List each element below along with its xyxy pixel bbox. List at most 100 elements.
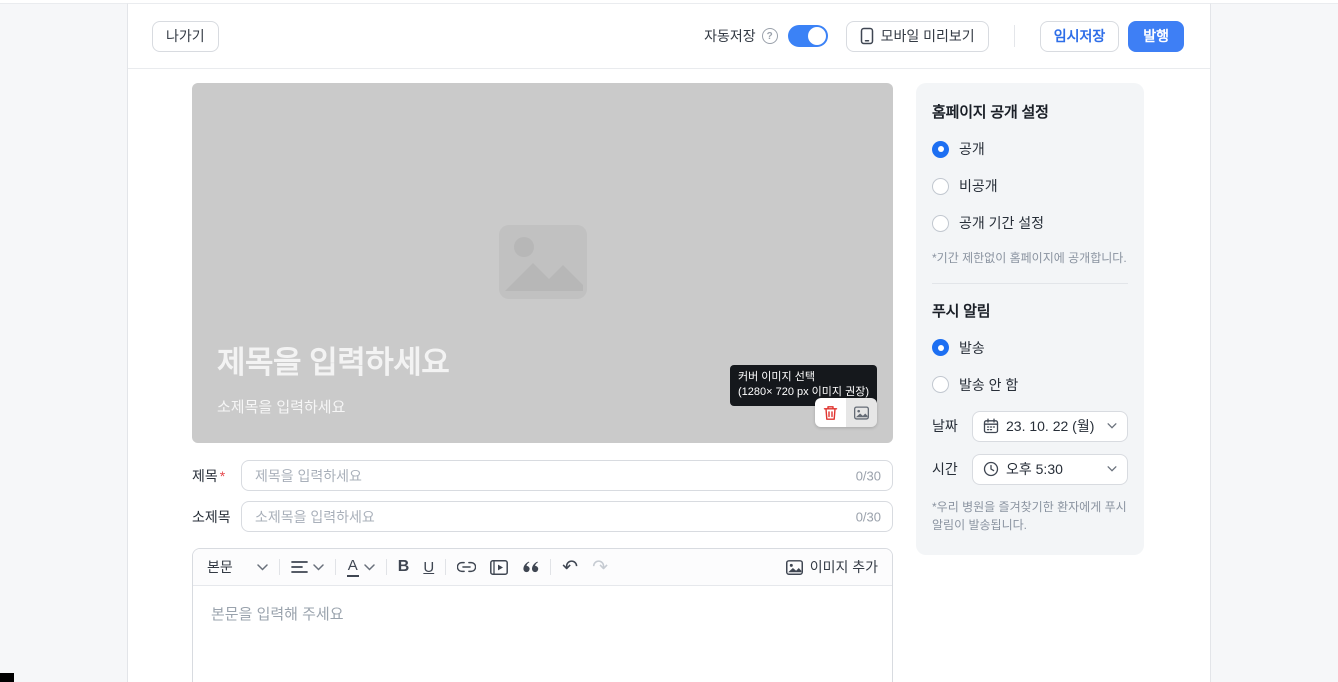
image-icon	[854, 405, 869, 420]
push-schedule-group: 날짜 23. 10. 22 (월) 시간 오후 5:30	[932, 410, 1128, 485]
date-label: 날짜	[932, 418, 958, 435]
mobile-preview-button[interactable]: 모바일 미리보기	[845, 20, 989, 52]
editor-column: 제목을 입력하세요 소제목을 입력하세요 커버 이미지 선택 (1280× 72…	[192, 83, 893, 682]
change-cover-button[interactable]	[846, 398, 877, 427]
title-field-label: 제목 *	[192, 466, 241, 486]
date-select[interactable]: 23. 10. 22 (월)	[972, 410, 1128, 442]
title-input-wrap: 0/30	[241, 460, 893, 491]
toolbar-divider	[278, 559, 280, 575]
push-section-title: 푸시 알림	[932, 302, 991, 320]
title-char-counter: 0/30	[855, 468, 881, 483]
radio-option-public[interactable]: 공개	[932, 139, 1128, 159]
radio-option-scheduled[interactable]: 공개 기간 설정	[932, 213, 1128, 233]
subtitle-field-label: 소제목	[192, 507, 241, 527]
chevron-down-icon	[1107, 466, 1117, 472]
add-image-button[interactable]: 이미지 추가	[785, 557, 878, 577]
image-placeholder-icon	[495, 221, 591, 303]
date-row: 날짜 23. 10. 22 (월)	[932, 410, 1128, 442]
radio-label: 발송 안 함	[959, 376, 1019, 393]
bold-button[interactable]: B	[398, 558, 410, 576]
underline-button[interactable]: U	[423, 559, 434, 576]
subtitle-field-row: 소제목 0/30	[192, 501, 893, 532]
chevron-down-icon	[313, 563, 324, 571]
screen-corner-artifact	[0, 673, 14, 682]
toggle-knob	[807, 27, 826, 45]
subtitle-input-wrap: 0/30	[241, 501, 893, 532]
title-input[interactable]	[241, 460, 893, 491]
editor-body-placeholder: 본문을 입력해 주세요	[211, 606, 344, 623]
radio-option-private[interactable]: 비공개	[932, 176, 1128, 196]
push-note: *우리 병원을 즐겨찾기한 환자에게 푸시 알림이 발송됩니다.	[932, 499, 1127, 533]
visibility-note: *기간 제한없이 홈페이지에 공개합니다.	[932, 251, 1127, 265]
title-field-row: 제목* 0/30	[192, 460, 893, 491]
toolbar-divider	[385, 559, 387, 575]
video-button[interactable]	[490, 559, 509, 575]
time-value: 오후 5:30	[1006, 461, 1063, 478]
subtitle-label-text: 소제목	[192, 508, 231, 525]
align-left-icon	[290, 560, 308, 574]
main-area: 제목을 입력하세요 소제목을 입력하세요 커버 이미지 선택 (1280× 72…	[128, 69, 1210, 682]
cover-image-area[interactable]: 제목을 입력하세요 소제목을 입력하세요 커버 이미지 선택 (1280× 72…	[192, 83, 893, 443]
text-color-select[interactable]: A	[346, 557, 375, 577]
paragraph-style-value: 본문	[207, 559, 233, 575]
radio-option-send[interactable]: 발송	[932, 338, 1128, 358]
radio-unselected-icon	[932, 214, 949, 232]
toolbar-divider	[550, 559, 552, 575]
radio-label: 발송	[959, 339, 985, 356]
add-image-label: 이미지 추가	[809, 559, 878, 575]
cover-subtitle-placeholder[interactable]: 소제목을 입력하세요	[217, 396, 345, 417]
autosave-control: 자동저장 ?	[704, 26, 778, 46]
radio-selected-icon	[932, 339, 949, 357]
autosave-toggle[interactable]	[787, 25, 828, 47]
undo-button[interactable]: ↶	[562, 558, 578, 577]
quote-button[interactable]	[522, 561, 539, 573]
phone-icon	[860, 27, 874, 45]
cover-action-group	[815, 398, 877, 427]
radio-option-no-send[interactable]: 발송 안 함	[932, 375, 1128, 395]
toolbar-divider	[334, 559, 336, 575]
cover-tooltip-line1: 커버 이미지 선택	[737, 371, 815, 383]
chevron-down-icon	[257, 563, 268, 571]
radio-unselected-icon	[932, 177, 949, 195]
app-screen: 나가기 자동저장 ? 모바일 미리보기 임시저장 발행 제목을 입력하세요 소제…	[0, 0, 1338, 682]
help-icon[interactable]: ?	[761, 28, 778, 44]
sidebar-divider	[932, 282, 1128, 284]
trash-icon	[823, 405, 838, 421]
radio-label: 공개 기간 설정	[959, 215, 1045, 231]
settings-sidebar: 홈페이지 공개 설정 공개 비공개 공개 기간 설정 *기간 제한없이 홈페이지…	[916, 83, 1144, 555]
align-select[interactable]	[290, 560, 324, 574]
time-label: 시간	[932, 461, 958, 478]
radio-label: 비공개	[959, 178, 998, 194]
rich-text-editor: 본문 A B U ↶ ↷ 이미지 추가 본문을 입력해 주세요	[192, 548, 893, 682]
chevron-down-icon	[364, 563, 375, 571]
mobile-preview-label: 모바일 미리보기	[880, 28, 975, 44]
redo-button[interactable]: ↷	[592, 558, 608, 577]
radio-label: 공개	[959, 141, 985, 157]
visibility-section-title: 홈페이지 공개 설정	[932, 104, 1049, 121]
page-gutter-right	[1210, 3, 1338, 682]
clock-icon	[983, 461, 999, 477]
delete-cover-button[interactable]	[815, 398, 846, 427]
page-gutter-left	[0, 3, 128, 682]
publish-button[interactable]: 발행	[1128, 20, 1184, 52]
subtitle-char-counter: 0/30	[855, 509, 881, 524]
link-button[interactable]	[457, 561, 477, 573]
topbar: 나가기 자동저장 ? 모바일 미리보기 임시저장 발행	[128, 3, 1210, 69]
title-label-text: 제목	[192, 467, 218, 484]
exit-button[interactable]: 나가기	[152, 20, 219, 52]
editor-body[interactable]: 본문을 입력해 주세요	[193, 586, 892, 682]
required-asterisk: *	[219, 467, 226, 484]
temp-save-button[interactable]: 임시저장	[1039, 20, 1120, 52]
autosave-label: 자동저장	[704, 28, 756, 44]
chevron-down-icon	[1107, 423, 1117, 429]
toolbar-divider	[445, 559, 447, 575]
time-row: 시간 오후 5:30	[932, 453, 1128, 485]
radio-unselected-icon	[932, 376, 949, 394]
cover-title-placeholder[interactable]: 제목을 입력하세요	[217, 337, 450, 382]
subtitle-input[interactable]	[241, 501, 893, 532]
text-color-icon: A	[346, 557, 359, 577]
paragraph-style-select[interactable]: 본문	[207, 557, 268, 577]
time-select[interactable]: 오후 5:30	[972, 453, 1128, 485]
calendar-icon	[983, 418, 999, 434]
date-value: 23. 10. 22 (월)	[1006, 418, 1095, 435]
